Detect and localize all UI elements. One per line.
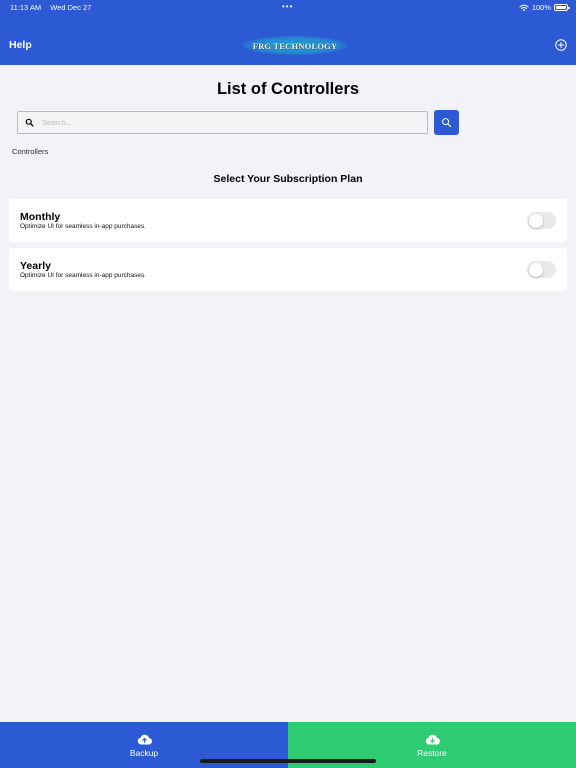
plan-title: Yearly xyxy=(20,260,51,272)
status-left: 11:13 AM Wed Dec 27 xyxy=(10,3,98,12)
status-date: Wed Dec 27 xyxy=(50,3,92,12)
plan-card-monthly[interactable]: Monthly Optimize UI for seamless in-app … xyxy=(9,199,567,242)
search-button[interactable] xyxy=(434,110,459,135)
battery-percent: 100% xyxy=(531,3,551,12)
plan-card-yearly[interactable]: Yearly Optimize UI for seamless in-app p… xyxy=(9,248,567,291)
cloud-download-icon xyxy=(425,734,440,745)
search-button-icon xyxy=(442,118,452,128)
plan-description: Optimize UI for seamless in-app purchase… xyxy=(20,272,147,279)
yearly-plan-toggle[interactable] xyxy=(527,261,556,278)
search-icon xyxy=(25,118,34,127)
status-bar: 11:13 AM Wed Dec 27 ••• 100% xyxy=(0,0,576,16)
navigation-header: 11:13 AM Wed Dec 27 ••• 100% Help FRG TE… xyxy=(0,0,576,65)
plan-title: Monthly xyxy=(20,211,61,223)
plan-description: Optimize UI for seamless in-app purchase… xyxy=(20,223,147,230)
backup-label: Backup xyxy=(129,748,159,758)
search-box[interactable] xyxy=(17,111,428,134)
status-time: 11:13 AM xyxy=(10,3,42,12)
toggle-knob xyxy=(528,262,543,277)
add-circle-icon[interactable] xyxy=(555,39,567,51)
toggle-knob xyxy=(528,213,543,228)
page-title: List of Controllers xyxy=(216,80,360,98)
battery-icon xyxy=(554,4,570,11)
status-right: 100% xyxy=(519,3,570,12)
brand-logo: FRG TECHNOLOGY xyxy=(243,36,347,55)
logo-text: FRG TECHNOLOGY xyxy=(252,40,338,51)
cloud-upload-icon xyxy=(137,734,152,745)
wifi-icon xyxy=(519,4,529,11)
help-button[interactable]: Help xyxy=(9,39,32,51)
search-input[interactable] xyxy=(42,112,427,133)
home-indicator[interactable] xyxy=(200,759,376,763)
subscription-plan-heading: Select Your Subscription Plan xyxy=(213,173,363,185)
monthly-plan-toggle[interactable] xyxy=(527,212,556,229)
controllers-section-label: Controllers xyxy=(12,147,49,156)
multitasking-dots[interactable]: ••• xyxy=(282,2,293,11)
restore-label: Restore xyxy=(417,748,447,758)
